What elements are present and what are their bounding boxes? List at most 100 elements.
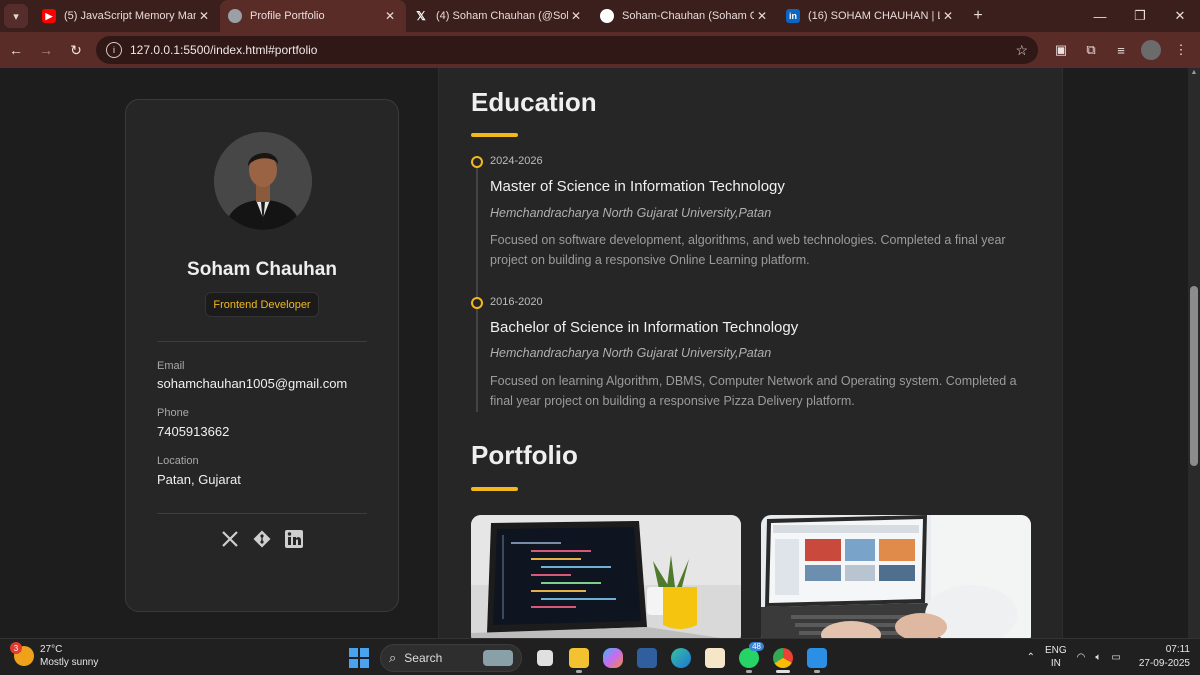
vscode-alt-icon[interactable] xyxy=(632,643,662,673)
social-links xyxy=(126,528,398,550)
address-bar[interactable]: i 127.0.0.1:5500/index.html#portfolio ☆ xyxy=(96,36,1038,64)
tab-profile-portfolio[interactable]: Profile Portfolio ✕ xyxy=(220,0,406,32)
globe-icon xyxy=(228,9,242,23)
clock-time: 07:11 xyxy=(1165,644,1190,655)
lang-line1: ENG xyxy=(1044,645,1067,656)
close-icon[interactable]: ✕ xyxy=(382,9,398,23)
url-text[interactable]: 127.0.0.1:5500/index.html#portfolio xyxy=(130,43,1015,57)
chrome-icon[interactable] xyxy=(768,643,798,673)
forward-button[interactable]: → xyxy=(32,36,60,64)
vscode-icon[interactable] xyxy=(802,643,832,673)
clock[interactable]: 07:11 27-09-2025 xyxy=(1139,643,1190,671)
tab-x[interactable]: 𝕏 (4) Soham Chauhan (@Soham_ ✕ xyxy=(406,0,592,32)
tab-github[interactable]: Soham-Chauhan (Soham Chauh ✕ xyxy=(592,0,778,32)
tab-search-button[interactable]: ▾ xyxy=(4,4,28,28)
timeline-years: 2016-2020 xyxy=(490,296,543,308)
email-label: Email xyxy=(157,360,185,372)
weather-desc: Mostly sunny xyxy=(40,657,99,668)
location-value: Patan, Gujarat xyxy=(157,472,241,487)
weather-temp: 27°C xyxy=(40,644,63,655)
git-icon[interactable] xyxy=(251,528,273,550)
search-highlight-icon xyxy=(483,650,513,666)
degree-title: Master of Science in Information Technol… xyxy=(490,178,785,195)
avatar xyxy=(214,132,312,230)
taskbar-apps: ⌕ Search 48 xyxy=(346,642,832,673)
close-icon[interactable]: ✕ xyxy=(196,9,212,23)
language-indicator[interactable]: ENG IN xyxy=(1045,644,1067,670)
reading-list-icon[interactable]: ≡ xyxy=(1108,37,1134,63)
wifi-icon[interactable]: ◠ xyxy=(1077,652,1086,663)
portfolio-card[interactable] xyxy=(761,515,1031,638)
title-underline xyxy=(471,487,518,491)
close-icon[interactable]: ✕ xyxy=(754,9,770,23)
email-value: sohamchauhan1005@gmail.com xyxy=(157,376,348,391)
new-tab-button[interactable]: + xyxy=(964,7,992,25)
tab-title: Soham-Chauhan (Soham Chauh xyxy=(622,10,754,22)
profile-card: Soham Chauhan Frontend Developer Email s… xyxy=(125,99,399,612)
taskbar-search[interactable]: ⌕ Search xyxy=(380,644,522,672)
search-icon: ⌕ xyxy=(389,650,397,665)
x-icon[interactable] xyxy=(219,528,241,550)
task-view-icon[interactable] xyxy=(530,643,560,673)
tab-youtube[interactable]: ▶ (5) JavaScript Memory Managen ✕ xyxy=(34,0,220,32)
whatsapp-icon[interactable]: 48 xyxy=(734,642,764,673)
tab-title: (16) SOHAM CHAUHAN | Linked xyxy=(808,10,940,22)
tab-title: (5) JavaScript Memory Managen xyxy=(64,10,196,22)
school-name: Hemchandracharya North Gujarat Universit… xyxy=(490,206,772,220)
chevron-up-icon[interactable]: ⌃ xyxy=(1027,652,1035,663)
divider xyxy=(157,513,367,514)
profile-avatar[interactable] xyxy=(1138,37,1164,63)
weather-widget[interactable]: 3 27°C Mostly sunny xyxy=(10,642,99,669)
scroll-up-icon[interactable]: ▲ xyxy=(1188,68,1200,78)
phone-label: Phone xyxy=(157,407,189,419)
github-icon xyxy=(600,9,614,23)
sun-icon: 3 xyxy=(10,642,34,666)
minimize-icon[interactable]: — xyxy=(1080,0,1120,32)
bookmark-star-icon[interactable]: ☆ xyxy=(1015,42,1028,59)
site-info-icon[interactable]: i xyxy=(106,42,122,58)
location-label: Location xyxy=(157,455,199,467)
tab-linkedin[interactable]: in (16) SOHAM CHAUHAN | Linked ✕ xyxy=(778,0,964,32)
edge-icon[interactable] xyxy=(666,643,696,673)
windows-start-icon[interactable] xyxy=(346,644,372,672)
timeline-line xyxy=(476,166,478,412)
linkedin-icon[interactable] xyxy=(283,528,305,550)
whatsapp-count: 48 xyxy=(749,642,764,651)
close-icon[interactable]: ✕ xyxy=(568,9,584,23)
divider xyxy=(157,341,367,342)
browser-toolbar: ← → ↻ i 127.0.0.1:5500/index.html#portfo… xyxy=(0,32,1200,68)
tab-strip: ▾ ▶ (5) JavaScript Memory Managen ✕ Prof… xyxy=(0,0,1200,32)
close-icon[interactable]: ✕ xyxy=(940,9,956,23)
reload-button[interactable]: ↻ xyxy=(62,36,90,64)
volume-icon[interactable]: 🔈︎ xyxy=(1095,652,1101,663)
restore-icon[interactable]: ❐ xyxy=(1120,0,1160,32)
timeline-years: 2024-2026 xyxy=(490,155,543,167)
window-controls: — ❐ ✕ xyxy=(1080,0,1200,32)
battery-icon[interactable]: ▭ xyxy=(1111,652,1120,663)
notepad-icon[interactable] xyxy=(700,643,730,673)
back-button[interactable]: ← xyxy=(2,36,30,64)
menu-kebab-icon[interactable]: ⋮ xyxy=(1168,37,1194,63)
clock-date: 27-09-2025 xyxy=(1138,658,1190,669)
x-icon: 𝕏 xyxy=(416,9,426,23)
page-scrollbar[interactable]: ▲ xyxy=(1188,68,1200,638)
scrollbar-thumb[interactable] xyxy=(1190,286,1198,466)
extensions-icon[interactable]: ⧉ xyxy=(1078,37,1104,63)
notification-badge: 3 xyxy=(10,642,22,654)
copilot-icon[interactable] xyxy=(598,643,628,673)
system-tray: ⌃ ENG IN ◠ 🔈︎ ▭ 07:11 27-09-2025 xyxy=(1027,643,1190,671)
screenshot-icon[interactable]: ▣ xyxy=(1048,37,1074,63)
timeline-dot xyxy=(471,297,483,309)
lang-line2: IN xyxy=(1050,658,1061,669)
profile-name: Soham Chauhan xyxy=(187,259,337,280)
file-explorer-icon[interactable] xyxy=(564,643,594,673)
tab-title: (4) Soham Chauhan (@Soham_ xyxy=(436,10,568,22)
youtube-icon: ▶ xyxy=(42,9,56,23)
tab-title: Profile Portfolio xyxy=(250,10,325,22)
degree-description: Focused on software development, algorit… xyxy=(490,233,1006,267)
education-title: Education xyxy=(471,87,597,117)
timeline-dot xyxy=(471,156,483,168)
close-window-icon[interactable]: ✕ xyxy=(1160,0,1200,32)
portfolio-card[interactable] xyxy=(471,515,741,638)
degree-title: Bachelor of Science in Information Techn… xyxy=(490,319,799,336)
